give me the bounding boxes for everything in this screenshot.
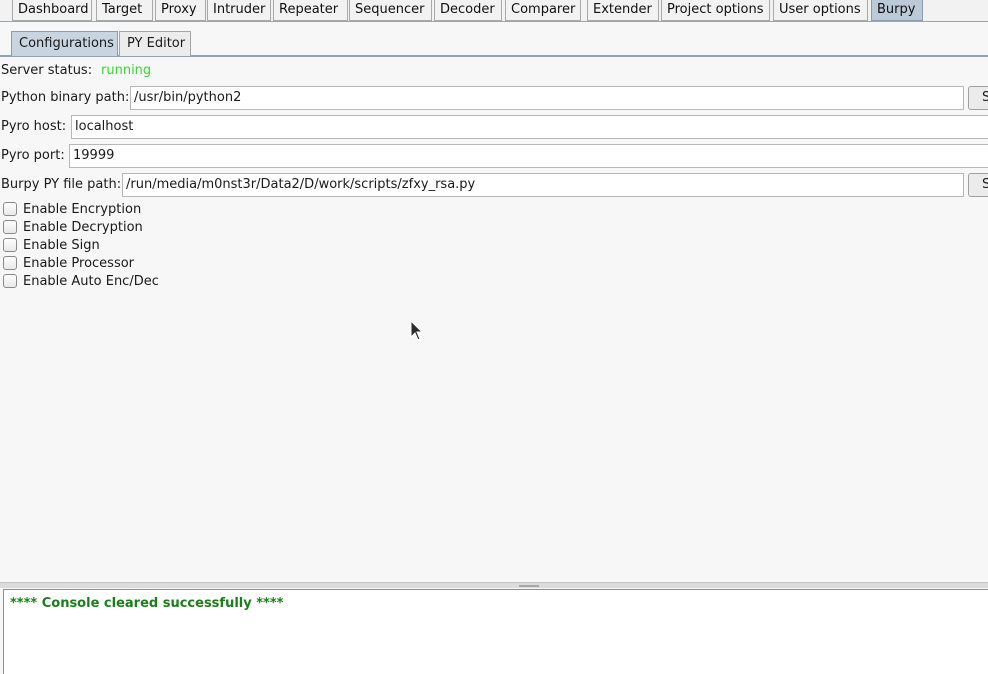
tab-burpy[interactable]: Burpy xyxy=(871,0,923,21)
mouse-pointer-icon xyxy=(410,320,424,341)
enable-auto-enc-dec-option[interactable]: Enable Auto Enc/Dec xyxy=(3,272,159,290)
enable-encryption-option[interactable]: Enable Encryption xyxy=(3,200,141,218)
tab-proxy[interactable]: Proxy xyxy=(155,0,206,21)
tab-dashboard[interactable]: Dashboard xyxy=(12,0,92,21)
enable-decryption-label: Enable Decryption xyxy=(23,219,143,235)
enable-sign-checkbox[interactable] xyxy=(3,238,17,252)
main-tab-bar: Dashboard Target Proxy Intruder Repeater… xyxy=(0,0,988,22)
enable-sign-label: Enable Sign xyxy=(23,237,100,253)
tab-repeater[interactable]: Repeater xyxy=(273,0,348,21)
enable-decryption-checkbox[interactable] xyxy=(3,220,17,234)
tab-project-options[interactable]: Project options xyxy=(661,0,770,21)
pyro-port-input[interactable]: 19999 xyxy=(69,144,988,168)
divider-grip[interactable] xyxy=(519,585,539,587)
enable-auto-enc-dec-checkbox[interactable] xyxy=(3,274,17,288)
enable-processor-label: Enable Processor xyxy=(23,255,135,271)
enable-sign-option[interactable]: Enable Sign xyxy=(3,236,100,254)
tab-decoder[interactable]: Decoder xyxy=(434,0,502,21)
enable-decryption-option[interactable]: Enable Decryption xyxy=(3,218,143,236)
enable-processor-checkbox[interactable] xyxy=(3,256,17,270)
tab-configurations[interactable]: Configurations xyxy=(11,31,118,56)
burpy-sub-tab-bar: Configurations PY Editor xyxy=(0,27,988,57)
enable-encryption-checkbox[interactable] xyxy=(3,202,17,216)
tab-sequencer[interactable]: Sequencer xyxy=(349,0,432,21)
enable-processor-option[interactable]: Enable Processor xyxy=(3,254,134,272)
split-pane-divider[interactable] xyxy=(0,582,988,588)
pyro-host-label: Pyro host: xyxy=(1,119,67,134)
tab-extender[interactable]: Extender xyxy=(587,0,659,21)
console-message: **** Console cleared successfully **** xyxy=(10,596,284,611)
tab-target[interactable]: Target xyxy=(96,0,153,21)
console-output[interactable]: **** Console cleared successfully **** xyxy=(3,589,988,674)
server-status-value: running xyxy=(101,63,152,78)
burpy-py-file-path-input[interactable]: /run/media/m0nst3r/Data2/D/work/scripts/… xyxy=(122,173,964,197)
tab-py-editor[interactable]: PY Editor xyxy=(119,31,191,56)
enable-encryption-label: Enable Encryption xyxy=(23,201,142,217)
pyro-host-input[interactable]: localhost xyxy=(71,115,988,139)
pyro-port-label: Pyro port: xyxy=(1,148,65,163)
tab-user-options[interactable]: User options xyxy=(773,0,868,21)
python-binary-select-button[interactable]: S xyxy=(968,86,988,110)
python-binary-path-label: Python binary path: xyxy=(1,90,130,105)
tab-comparer[interactable]: Comparer xyxy=(505,0,581,21)
burpy-file-select-button[interactable]: S xyxy=(968,173,988,197)
server-status-label: Server status: xyxy=(1,63,93,78)
python-binary-path-input[interactable]: /usr/bin/python2 xyxy=(130,86,964,110)
tab-intruder[interactable]: Intruder xyxy=(207,0,271,21)
burpy-py-file-path-label: Burpy PY file path: xyxy=(1,177,122,192)
enable-auto-enc-dec-label: Enable Auto Enc/Dec xyxy=(23,273,159,289)
